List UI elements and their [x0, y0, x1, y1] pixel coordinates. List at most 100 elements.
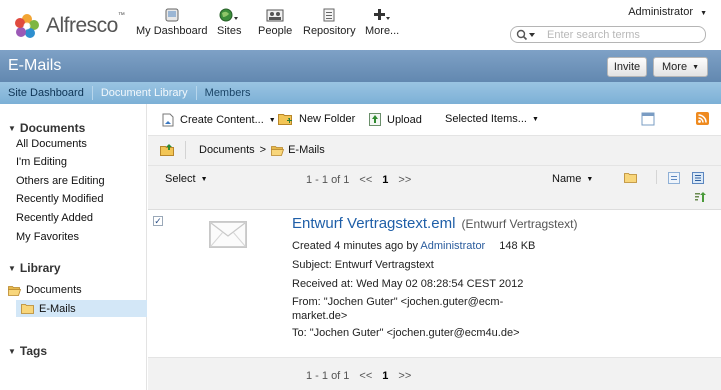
create-content-button[interactable]: Create Content... ▼ [162, 113, 276, 127]
repository-icon [322, 6, 336, 22]
pager-next[interactable]: >> [398, 370, 411, 382]
folder-icon [624, 173, 637, 183]
site-title-bar: E-Mails Invite More ▼ [0, 50, 721, 82]
pager-next[interactable]: >> [398, 174, 411, 186]
more-plus-icon [373, 6, 391, 22]
site-title: E-Mails [8, 57, 62, 74]
row-select-checkbox[interactable]: ✓ [153, 216, 163, 226]
rss-icon [696, 112, 709, 128]
selected-items-menu[interactable]: Selected Items... ▼ [445, 113, 539, 125]
document-details: Entwurf Vertragstext.eml (Entwurf Vertra… [292, 214, 712, 341]
chevron-down-icon: ▼ [692, 63, 699, 71]
sort-by-menu[interactable]: Name ▼ [552, 173, 593, 185]
invite-button[interactable]: Invite [607, 57, 647, 77]
panel-layout-icon [641, 112, 655, 129]
more-button[interactable]: More ▼ [653, 57, 708, 77]
breadcrumb-divider [185, 141, 186, 159]
simple-list-icon [668, 172, 680, 184]
sort-direction-button[interactable] [695, 192, 706, 202]
tree-node-e-mails[interactable]: E-Mails [16, 300, 147, 317]
nav-more[interactable]: More... [365, 6, 399, 37]
sort-ascending-icon [695, 192, 706, 202]
filter-my-favorites[interactable]: My Favorites [16, 230, 79, 244]
pager-current-page: 1 [382, 370, 389, 382]
tree-node-documents[interactable]: Documents [8, 282, 82, 298]
folder-up-icon [160, 144, 174, 156]
select-menu[interactable]: Select ▼ [165, 173, 208, 185]
filter-others-editing[interactable]: Others are Editing [16, 174, 105, 188]
envelope-icon [210, 222, 246, 247]
search-input[interactable] [545, 27, 700, 42]
breadcrumb-documents[interactable]: Documents [199, 144, 255, 156]
folder-open-icon [271, 145, 285, 156]
dashboard-icon [165, 6, 179, 22]
alfresco-logo[interactable]: Alfresco™ [14, 6, 125, 46]
triangle-down-icon: ▼ [8, 347, 16, 356]
pager-previous[interactable]: << [359, 174, 372, 186]
new-folder-button[interactable]: New Folder [278, 113, 355, 125]
filter-recently-added[interactable]: Recently Added [16, 211, 93, 225]
folder-up-button[interactable] [160, 144, 175, 156]
logo-tm: ™ [117, 12, 125, 19]
tags-section-toggle[interactable]: ▼ Tags [8, 344, 47, 358]
view-divider [656, 170, 657, 184]
pager-range: 1 - 1 of 1 [306, 174, 350, 186]
bottom-pager-bar: 1 - 1 of 1 << 1 >> [148, 358, 721, 390]
site-nav-members[interactable]: Members [197, 82, 259, 104]
folder-open-icon [8, 285, 22, 296]
logo-wordmark: Alfresco [46, 14, 118, 37]
site-navigation: Site Dashboard Document Library Members [0, 82, 721, 104]
user-menu[interactable]: Administrator ▼ [628, 6, 707, 18]
library-section-toggle[interactable]: ▼ Library [8, 261, 61, 275]
triangle-down-icon: ▼ [8, 124, 16, 133]
chevron-down-icon: ▼ [531, 115, 539, 123]
people-icon [266, 6, 284, 22]
site-nav-document-library[interactable]: Document Library [93, 82, 196, 104]
pager-previous[interactable]: << [359, 370, 372, 382]
upload-button[interactable]: Upload [369, 113, 422, 126]
nav-sites[interactable]: Sites [217, 6, 241, 37]
alfresco-flower-icon [15, 14, 39, 38]
upload-icon [369, 113, 381, 126]
rss-feed-button[interactable] [696, 112, 709, 128]
breadcrumb-bar: Documents > E-Mails [148, 136, 721, 166]
simple-view-button[interactable] [668, 172, 680, 184]
show-folders-button[interactable] [624, 172, 637, 183]
bottom-pager: 1 - 1 of 1 << 1 >> [306, 370, 421, 382]
document-created-line: Created 4 minutes ago by Administrator 1… [292, 240, 536, 252]
site-nav-dashboard[interactable]: Site Dashboard [0, 82, 92, 104]
new-folder-icon [278, 113, 293, 125]
nav-repository[interactable]: Repository [303, 6, 356, 37]
document-row: ✓ Entwurf Vertragstext.eml (Entwurf Vert… [148, 210, 721, 358]
document-creator-link[interactable]: Administrator [420, 240, 485, 252]
chevron-down-icon: ▼ [200, 175, 208, 183]
documents-section-toggle[interactable]: ▼ Documents [8, 121, 85, 135]
search-icon[interactable] [511, 27, 545, 42]
top-pager: 1 - 1 of 1 << 1 >> [306, 174, 421, 186]
filter-all-documents[interactable]: All Documents [16, 137, 87, 151]
list-header-bar: Select ▼ 1 - 1 of 1 << 1 >> Name ▼ [148, 166, 721, 210]
email-thumbnail[interactable] [209, 221, 247, 248]
pager-range: 1 - 1 of 1 [306, 370, 350, 382]
user-name: Administrator [628, 6, 693, 18]
nav-people[interactable]: People [258, 6, 292, 37]
create-document-icon [162, 113, 174, 127]
detailed-view-button[interactable] [692, 172, 704, 184]
document-library-sidebar: ▼ Documents All Documents I'm Editing Oth… [0, 104, 147, 390]
hide-navigation-button[interactable] [641, 112, 655, 129]
email-received: Received at: Wed May 02 08:28:54 CEST 20… [292, 278, 524, 290]
document-name-link[interactable]: Entwurf Vertragstext.eml [292, 215, 455, 232]
sites-globe-icon [219, 6, 239, 22]
detailed-list-icon [692, 172, 704, 184]
app-header: Alfresco™ My Dashboard Sites People Repo… [0, 0, 721, 50]
filter-im-editing[interactable]: I'm Editing [16, 155, 67, 169]
filter-recently-modified[interactable]: Recently Modified [16, 192, 103, 206]
search-box [510, 26, 706, 43]
triangle-down-icon: ▼ [8, 264, 16, 273]
breadcrumb-separator: > [259, 144, 267, 156]
chevron-down-icon: ▼ [700, 10, 707, 17]
folder-icon [21, 304, 34, 314]
email-from: From: "Jochen Guter" <jochen.guter@ecm-m… [292, 296, 504, 322]
document-title: (Entwurf Vertragstext) [461, 217, 578, 231]
nav-my-dashboard[interactable]: My Dashboard [136, 6, 208, 37]
